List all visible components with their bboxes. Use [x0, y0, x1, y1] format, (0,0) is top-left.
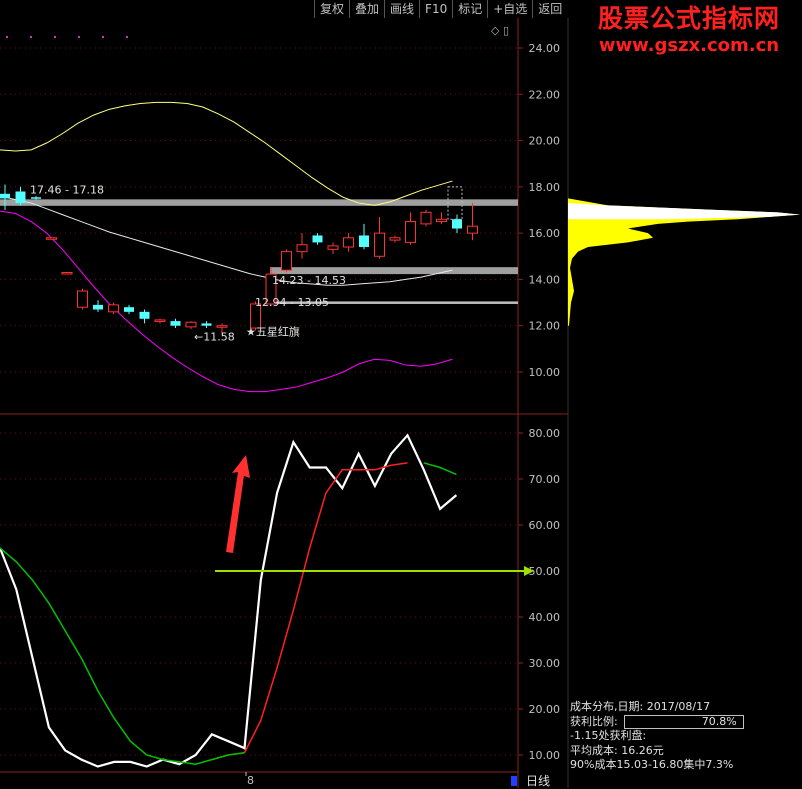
- price-tick-label: 12.00: [529, 320, 561, 333]
- time-axis-label: 8: [247, 774, 254, 787]
- price-tick-label: 10.00: [529, 366, 561, 379]
- candle-body: [201, 323, 212, 326]
- watermark-line1: 股票公式指标网: [597, 4, 780, 33]
- candle-body: [108, 304, 119, 313]
- decor-dot: [78, 36, 80, 38]
- candle-body: [185, 321, 197, 328]
- price-tick-label: 22.00: [529, 88, 561, 101]
- candle-body: [124, 307, 134, 312]
- watermark-logo: 股票公式指标网 www.gszx.com.cn: [578, 4, 800, 58]
- decor-dot: [126, 36, 128, 38]
- candle-body: [452, 219, 462, 229]
- chart-canvas: 24.00 22.00 20.00 18.00 16.00 14.00 12.00 10.00…: [0, 18, 800, 788]
- price-tick-label: 24.00: [529, 42, 561, 55]
- watermark-line2: www.gszx.com.cn: [598, 35, 780, 56]
- indicator-tick-label: 30.00: [529, 657, 561, 670]
- profit-value: 70.8%: [701, 714, 737, 728]
- indicator-series-green: [423, 462, 457, 476]
- candle-body: [15, 191, 26, 204]
- scroll-handle: [511, 776, 517, 786]
- price-tick-label: 18.00: [529, 181, 561, 194]
- toolbar-overlay-button[interactable]: 叠加: [349, 0, 384, 18]
- candle-body: [77, 290, 88, 308]
- cost-line4: 平均成本: 16.26元: [570, 743, 664, 757]
- chip-profit-area: [568, 203, 800, 220]
- candle-body: [139, 311, 150, 319]
- price-tick-label: 20.00: [529, 135, 561, 148]
- support-resistance-band: [0, 199, 518, 206]
- candle-body: [359, 235, 369, 248]
- toolbar-mark-button[interactable]: 标记: [452, 0, 487, 18]
- chart-option-icons[interactable]: ◇ ▯: [491, 24, 509, 37]
- level-label-2: 14.23 - 14.53: [272, 274, 346, 287]
- candle-body: [467, 225, 478, 234]
- candle-body: [154, 319, 166, 322]
- decor-dot: [102, 36, 104, 38]
- indicator-tick-label: 70.00: [529, 473, 561, 486]
- indicator-series-white: [0, 433, 458, 768]
- cost-distribution-info: 成本分布,日期: 2017/08/17 获利比例: 70.8% -1.15处获利…: [570, 700, 800, 773]
- candle-body: [31, 197, 41, 199]
- candle-body: [389, 237, 401, 241]
- toolbar-draw-line-button[interactable]: 画线: [384, 0, 419, 18]
- toolbar-add-favorite-button[interactable]: +自选: [487, 0, 532, 18]
- candle-body: [281, 251, 292, 271]
- toolbar: 复权 叠加 画线 F10 标记 +自选 返回: [314, 0, 567, 18]
- support-resistance-band: [270, 267, 518, 275]
- candle-body: [93, 304, 103, 310]
- cost-line5: 90%成本15.03-16.80集中7.3%: [570, 758, 734, 771]
- candle-body: [170, 321, 181, 326]
- candle-body: [420, 211, 432, 225]
- candle-body: [374, 232, 385, 257]
- candle-body: [216, 325, 228, 328]
- level-label-3: 12.94 - 13.05: [255, 296, 329, 309]
- profit-ratio-row: 获利比例: 70.8%: [570, 715, 800, 730]
- indicator-tick-label: 20.00: [529, 703, 561, 716]
- indicator-tick-label: 10.00: [529, 749, 561, 762]
- candle-body: [46, 237, 57, 240]
- toolbar-f10-button[interactable]: F10: [419, 0, 452, 18]
- candle-body: [61, 271, 73, 275]
- candle-body: [296, 244, 308, 253]
- candle-body: [343, 237, 354, 248]
- candle-body: [405, 221, 416, 243]
- candle-body: [0, 193, 10, 199]
- decor-dot: [30, 36, 32, 38]
- candle-body: [327, 245, 339, 250]
- toolbar-back-button[interactable]: 返回: [532, 0, 567, 18]
- indicator-series-red: [211, 462, 408, 761]
- signal-annotation: ★五星红旗: [246, 324, 300, 338]
- cost-title: 成本分布,日期: 2017/08/17: [570, 700, 711, 713]
- profit-label: 获利比例:: [570, 714, 618, 728]
- candle-body: [436, 218, 447, 223]
- indicator-tick-label: 40.00: [529, 611, 561, 624]
- low-price-annotation: ←11.58: [194, 330, 235, 343]
- price-tick-label: 14.00: [529, 273, 561, 286]
- red-up-arrow: [226, 455, 250, 553]
- indicator-tick-label: 80.00: [529, 427, 561, 440]
- period-tab-daily[interactable]: 日线: [526, 772, 550, 789]
- price-tick-label: 16.00: [529, 227, 561, 240]
- level-label-1: 17.46 - 17.18: [30, 183, 104, 196]
- indicator-tick-label: 50.00: [529, 565, 561, 578]
- cost-line3: -1.15处获利盘:: [570, 729, 647, 742]
- decor-dot: [54, 36, 56, 38]
- profit-ratio-bar: 70.8%: [623, 714, 744, 729]
- candle-body: [312, 235, 323, 243]
- indicator-tick-label: 60.00: [529, 519, 561, 532]
- toolbar-restore-rights-button[interactable]: 复权: [314, 0, 349, 18]
- decor-dot: [6, 36, 8, 38]
- indicator-series-green: [0, 547, 245, 765]
